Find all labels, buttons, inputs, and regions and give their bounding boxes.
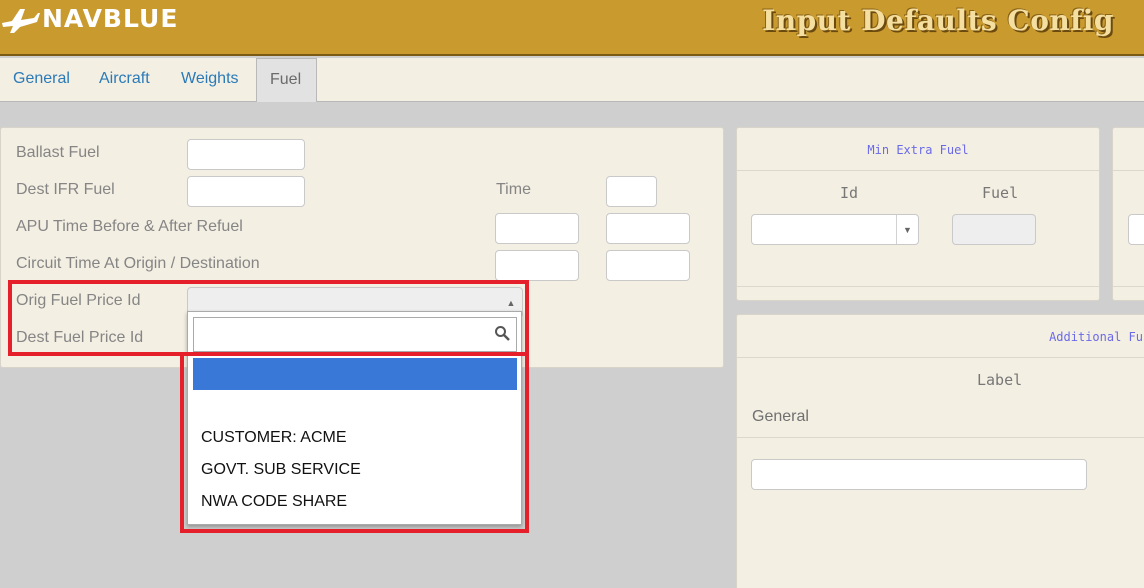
- divider: [1113, 170, 1144, 171]
- min-extra-fuel-id-select[interactable]: ▼: [751, 214, 919, 245]
- chevron-down-icon[interactable]: ▼: [896, 215, 918, 244]
- dropdown-option-customer-acme[interactable]: CUSTOMER: ACME: [193, 422, 517, 454]
- navblue-logo[interactable]: NAVBLUE: [0, 2, 178, 34]
- divider: [737, 170, 1099, 171]
- app-header: NAVBLUE Input Defaults Config: [0, 0, 1144, 56]
- dropdown-option-govt-sub-service[interactable]: GOVT. SUB SERVICE: [193, 454, 517, 486]
- logo-text: NAVBLUE: [42, 3, 179, 33]
- dropdown-option-highlighted[interactable]: [193, 358, 517, 390]
- tab-weights[interactable]: Weights: [168, 58, 252, 102]
- general-row-label: General: [752, 408, 809, 425]
- dest-ifr-fuel-label: Dest IFR Fuel: [16, 181, 115, 198]
- dest-fuel-price-label: Dest Fuel Price Id: [16, 329, 144, 346]
- additional-fuel-label-input[interactable]: [751, 459, 1087, 490]
- partial-right-panel: [1112, 127, 1144, 301]
- circuit-time-label: Circuit Time At Origin / Destination: [16, 255, 260, 272]
- additional-fuel-panel: Additional Fu Label General: [736, 314, 1144, 588]
- partial-right-input[interactable]: [1128, 214, 1144, 245]
- tab-fuel[interactable]: Fuel: [256, 58, 317, 102]
- circuit-time-origin-input[interactable]: [495, 250, 579, 281]
- divider: [1113, 286, 1144, 287]
- dest-ifr-fuel-input[interactable]: [187, 176, 305, 207]
- tab-bar: General Aircraft Weights Fuel: [0, 58, 1144, 102]
- search-icon: [495, 326, 510, 341]
- ballast-fuel-input[interactable]: [187, 139, 305, 170]
- time-label: Time: [496, 181, 531, 198]
- additional-fuel-title: Additional Fu: [1049, 330, 1143, 344]
- id-column-header: Id: [840, 184, 859, 202]
- ballast-fuel-label: Ballast Fuel: [16, 144, 100, 161]
- dest-ifr-time-input[interactable]: [606, 176, 657, 207]
- apu-time-label: APU Time Before & After Refuel: [16, 218, 243, 235]
- divider: [737, 437, 1144, 438]
- min-extra-fuel-value-input: [952, 214, 1036, 245]
- airplane-icon: [2, 9, 40, 33]
- dropdown-search: [193, 317, 517, 352]
- circuit-time-destination-input[interactable]: [606, 250, 690, 281]
- orig-fuel-price-label: Orig Fuel Price Id: [16, 292, 141, 309]
- orig-fuel-price-dropdown: CUSTOMER: ACME GOVT. SUB SERVICE NWA COD…: [187, 311, 522, 525]
- divider: [737, 286, 1099, 287]
- min-extra-fuel-panel: Min Extra Fuel Id Fuel ▼: [736, 127, 1100, 301]
- min-extra-fuel-title: Min Extra Fuel: [867, 143, 969, 157]
- fuel-column-header: Fuel: [982, 184, 1019, 202]
- dropdown-search-input[interactable]: [194, 318, 489, 351]
- dropdown-option-empty[interactable]: [193, 390, 517, 422]
- tab-aircraft[interactable]: Aircraft: [86, 58, 163, 102]
- apu-time-before-input[interactable]: [495, 213, 579, 244]
- dropdown-option-nwa-code-share[interactable]: NWA CODE SHARE: [193, 486, 517, 518]
- tab-general[interactable]: General: [0, 58, 83, 102]
- label-column-header: Label: [977, 371, 1023, 389]
- apu-time-after-input[interactable]: [606, 213, 690, 244]
- page-title: Input Defaults Config: [762, 4, 1114, 37]
- divider: [737, 357, 1144, 358]
